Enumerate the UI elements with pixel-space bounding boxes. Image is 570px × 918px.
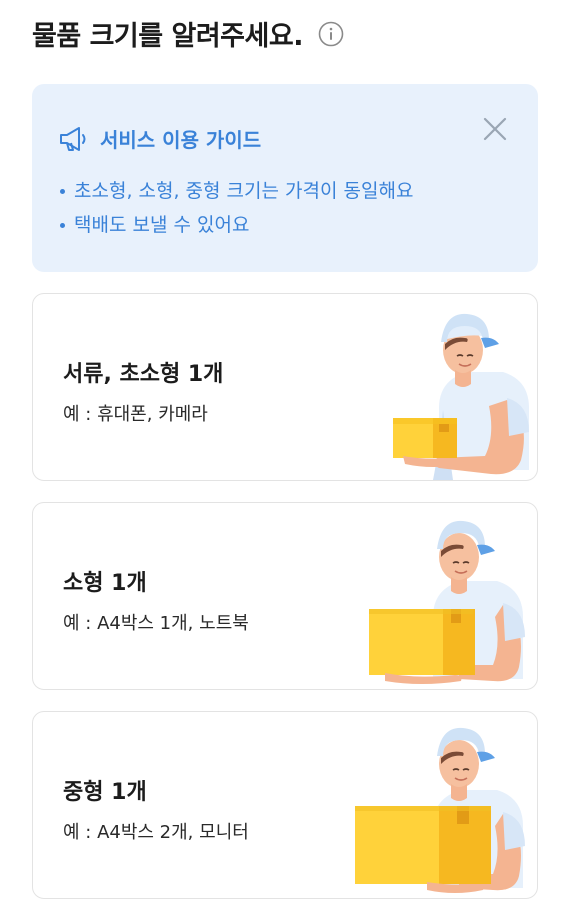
page-header: 물품 크기를 알려주세요.	[32, 14, 345, 53]
option-title: 중형 1개	[63, 780, 147, 805]
guide-item: 초소형, 소형, 중형 크기는 가격이 동일해요	[58, 174, 413, 208]
bullet-icon	[60, 188, 65, 194]
guide-item: 택배도 보낼 수 있어요	[58, 208, 413, 242]
option-example: 예 : A4박스 2개, 모니터	[63, 822, 249, 843]
guide-header: 서비스 이용 가이드	[58, 124, 261, 153]
guide-item-text: 택배도 보낼 수 있어요	[74, 214, 250, 236]
info-circle-icon	[318, 21, 344, 46]
service-guide-banner: 서비스 이용 가이드 초소형, 소형, 중형 크기는 가격이 동일해요 택배도 …	[32, 84, 538, 272]
page-title: 물품 크기를 알려주세요.	[32, 21, 303, 52]
close-icon	[483, 117, 507, 141]
guide-title: 서비스 이용 가이드	[100, 128, 262, 152]
option-example: 예 : A4박스 1개, 노트북	[63, 613, 249, 634]
info-button[interactable]	[317, 20, 345, 48]
option-title: 서류, 초소형 1개	[63, 362, 224, 387]
guide-item-text: 초소형, 소형, 중형 크기는 가격이 동일해요	[74, 180, 414, 202]
size-option-card-small[interactable]: 소형 1개 예 : A4박스 1개, 노트북	[32, 502, 538, 690]
courier-medium-box-illustration	[369, 520, 525, 684]
guide-list: 초소형, 소형, 중형 크기는 가격이 동일해요 택배도 보낼 수 있어요	[58, 174, 413, 242]
guide-close-button[interactable]	[482, 116, 508, 142]
size-option-card-extra-small[interactable]: 서류, 초소형 1개 예 : 휴대폰, 카메라	[32, 293, 538, 481]
megaphone-icon	[60, 126, 86, 151]
bullet-icon	[60, 222, 65, 228]
courier-large-box-illustration	[355, 727, 525, 893]
courier-small-box-illustration	[393, 313, 529, 480]
size-option-card-medium[interactable]: 중형 1개 예 : A4박스 2개, 모니터	[32, 711, 538, 899]
option-title: 소형 1개	[63, 571, 147, 596]
option-example: 예 : 휴대폰, 카메라	[63, 404, 208, 425]
